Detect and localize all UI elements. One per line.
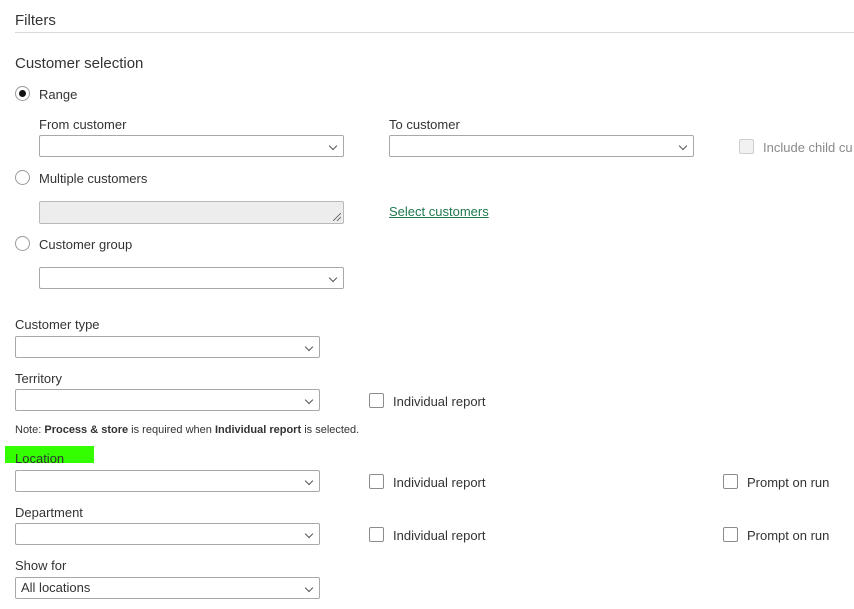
- location-label: Location: [15, 451, 65, 466]
- chevron-down-icon: [304, 342, 314, 352]
- note-middle: is required when: [128, 424, 215, 436]
- customer-type-label: Customer type: [15, 317, 100, 332]
- resize-handle-icon: [333, 213, 341, 221]
- select-customers-link[interactable]: Select customers: [389, 204, 489, 219]
- individual-report-note: Note: Process & store is required when I…: [15, 424, 359, 436]
- customer-group-select[interactable]: [39, 267, 344, 289]
- location-prompt-on-run-checkbox[interactable]: [723, 474, 738, 489]
- department-select[interactable]: [15, 523, 320, 545]
- territory-individual-report-checkbox[interactable]: [369, 393, 384, 408]
- multiple-customers-label: Multiple customers: [39, 171, 148, 186]
- to-customer-label: To customer: [389, 117, 460, 132]
- customer-group-label: Customer group: [39, 237, 133, 252]
- to-customer-select[interactable]: [389, 135, 694, 157]
- range-radio[interactable]: [15, 86, 30, 101]
- show-for-select[interactable]: All locations: [15, 577, 320, 599]
- chevron-down-icon: [678, 141, 688, 151]
- note-individual-report: Individual report: [214, 424, 302, 436]
- range-radio-label: Range: [39, 87, 78, 102]
- chevron-down-icon: [328, 273, 338, 283]
- location-individual-report-checkbox[interactable]: [369, 474, 384, 489]
- from-customer-select[interactable]: [39, 135, 344, 157]
- note-prefix: Note:: [15, 424, 45, 436]
- chevron-down-icon: [304, 583, 314, 593]
- department-label: Department: [15, 505, 83, 520]
- department-individual-report-label: Individual report: [393, 528, 486, 543]
- note-process-store: Process & store: [44, 424, 129, 436]
- filters-title: Filters: [15, 12, 56, 29]
- note-suffix: is selected.: [301, 424, 360, 436]
- multiple-customers-textarea: [39, 201, 344, 224]
- territory-individual-report-label: Individual report: [393, 394, 486, 409]
- customer-type-select[interactable]: [15, 336, 320, 358]
- from-customer-label: From customer: [39, 117, 127, 132]
- department-prompt-on-run-checkbox[interactable]: [723, 527, 738, 542]
- territory-select[interactable]: [15, 389, 320, 411]
- location-individual-report-label: Individual report: [393, 475, 486, 490]
- include-child-label: Include child cu: [763, 140, 853, 155]
- show-for-label: Show for: [15, 558, 67, 573]
- chevron-down-icon: [304, 529, 314, 539]
- territory-label: Territory: [15, 371, 62, 386]
- customer-selection-heading: Customer selection: [15, 55, 144, 72]
- show-for-value: All locations: [21, 580, 91, 595]
- customer-group-radio[interactable]: [15, 236, 30, 251]
- chevron-down-icon: [328, 141, 338, 151]
- multiple-customers-radio[interactable]: [15, 170, 30, 185]
- include-child-checkbox[interactable]: [739, 139, 754, 154]
- filters-divider: [15, 32, 854, 33]
- department-prompt-on-run-label: Prompt on run: [747, 528, 830, 543]
- chevron-down-icon: [304, 476, 314, 486]
- location-select[interactable]: [15, 470, 320, 492]
- location-prompt-on-run-label: Prompt on run: [747, 475, 830, 490]
- chevron-down-icon: [304, 395, 314, 405]
- department-individual-report-checkbox[interactable]: [369, 527, 384, 542]
